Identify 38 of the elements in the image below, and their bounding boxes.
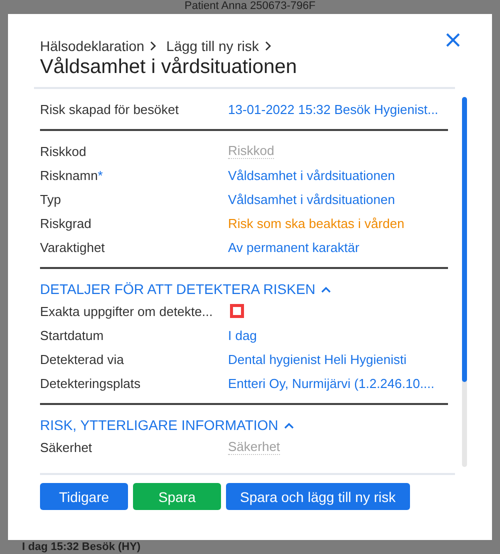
input-field[interactable]: Riskkod xyxy=(228,143,274,159)
field-label: Riskkod xyxy=(40,144,88,158)
caret-icon xyxy=(321,286,332,292)
breadcrumb-link[interactable]: Hälsodeklaration xyxy=(40,38,144,54)
field-label: Riskgrad xyxy=(40,216,92,230)
field-label: Detekteringsplats xyxy=(40,376,142,390)
field-label: Risknamn* xyxy=(40,168,104,182)
field-value: Av permanent karaktär xyxy=(228,240,360,254)
close-button[interactable] xyxy=(445,32,461,48)
checkbox[interactable] xyxy=(230,304,244,318)
field-value: Dental hygienist Heli Hygienisti xyxy=(228,352,406,366)
breadcrumb-link[interactable]: Lägg till ny risk xyxy=(166,38,259,54)
field-value: 13-01-2022 15:32 Besök Hygienist... xyxy=(228,102,438,116)
dialog-title: Våldsamhet i vårdsituationen xyxy=(40,56,298,79)
action-button[interactable]: Spara och lägg till ny risk xyxy=(226,483,410,510)
chevron-icon xyxy=(148,41,158,51)
section-toggle[interactable]: DETALJER FÖR ATT DETEKTERA RISKEN xyxy=(40,277,332,299)
field-value: Våldsamhet i vårdsituationen xyxy=(228,192,395,206)
caret-icon xyxy=(284,422,294,428)
field-value: Våldsamhet i vårdsituationen xyxy=(228,168,395,182)
window-title: Patient Anna 250673-796F xyxy=(184,0,316,13)
visit-text: I dag 15:32 Besök (HY) xyxy=(22,541,141,554)
input-field[interactable]: Säkerhet xyxy=(228,439,280,455)
field-value: I dag xyxy=(228,328,257,342)
field-value: Risk som ska beaktas i vården xyxy=(228,216,404,230)
field-value: Entteri Oy, Nurmijärvi (1.2.246.10.... xyxy=(228,376,434,390)
action-button[interactable]: Spara xyxy=(133,483,221,510)
field-label: Typ xyxy=(40,192,62,206)
section-toggle[interactable]: RISK, YTTERLIGARE INFORMATION xyxy=(40,413,294,435)
field-label: Detekterad via xyxy=(40,352,125,366)
action-button[interactable]: Tidigare xyxy=(40,483,128,510)
field-label: Varaktighet xyxy=(40,240,106,254)
field-label: Säkerhet xyxy=(40,440,94,454)
scrollbar-thumb[interactable] xyxy=(462,97,467,382)
chevron-icon xyxy=(262,41,273,51)
field-label: Risk skapad för besöket xyxy=(40,102,180,116)
field-label: Startdatum xyxy=(40,328,105,342)
field-label: Exakta uppgifter om detekte... xyxy=(40,304,214,318)
